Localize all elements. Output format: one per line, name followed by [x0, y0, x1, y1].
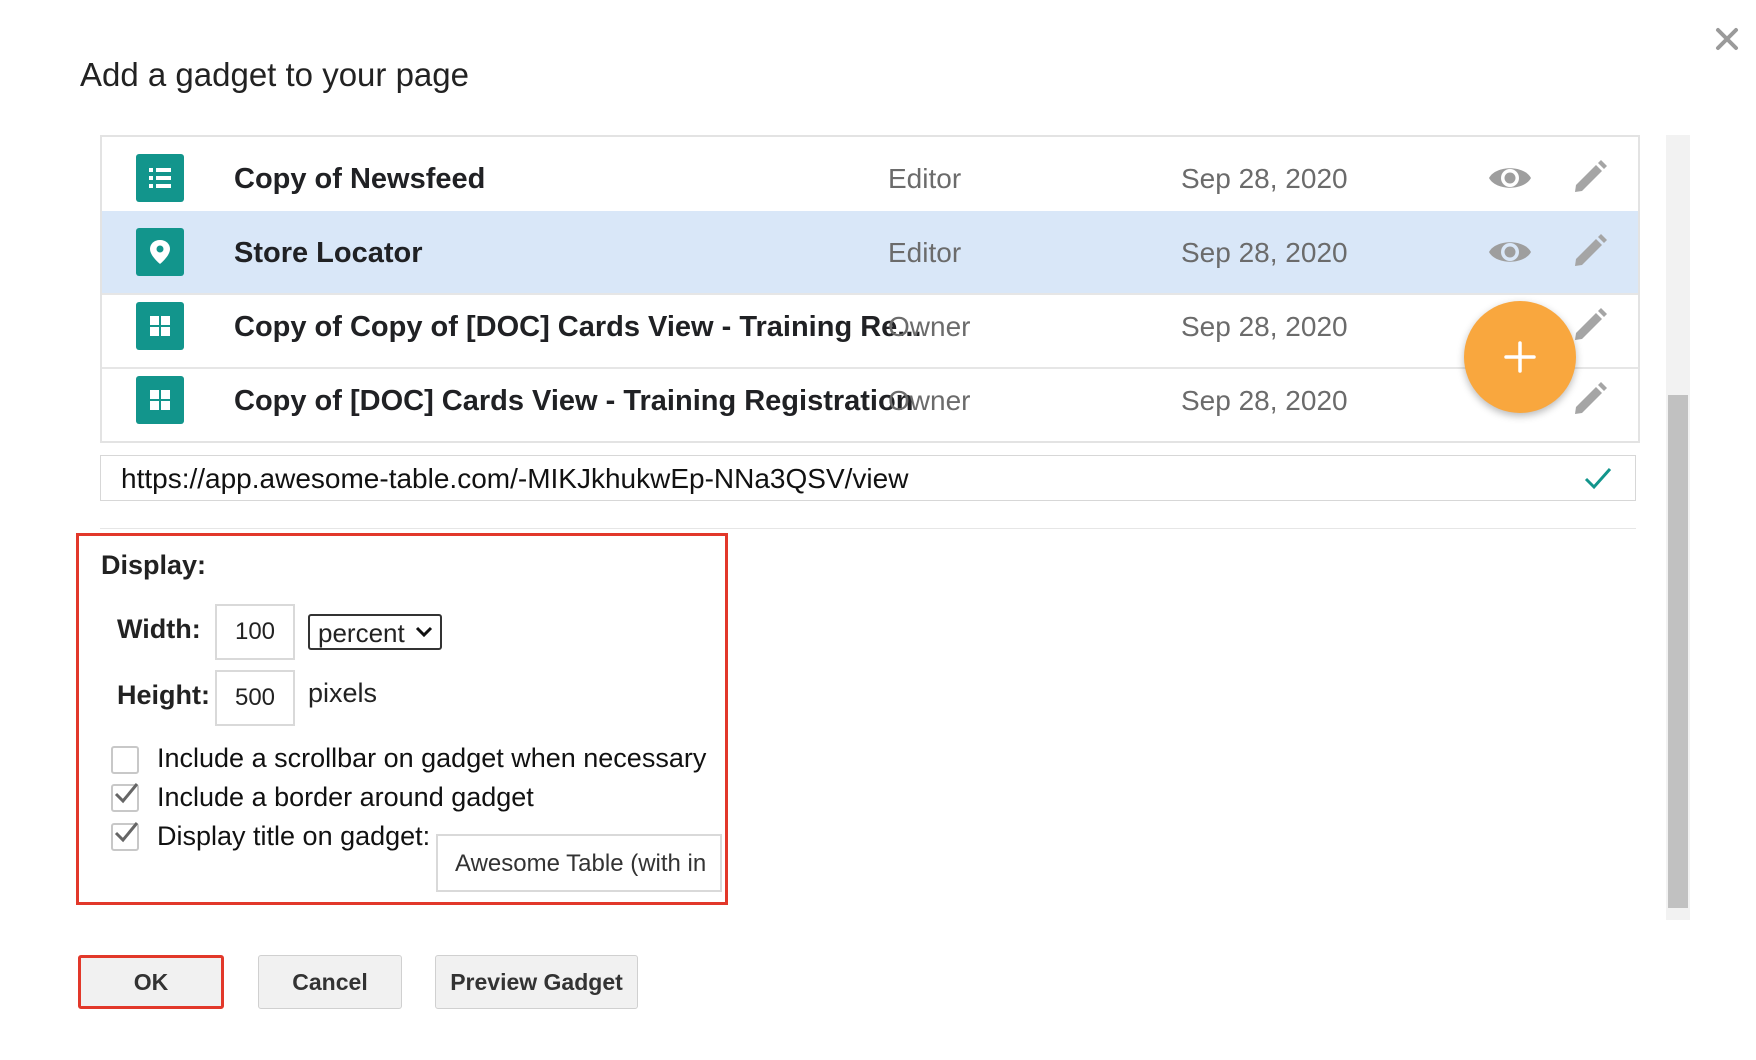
- gadget-date: Sep 28, 2020: [1181, 385, 1348, 416]
- gadget-date: Sep 28, 2020: [1181, 237, 1348, 268]
- ok-button[interactable]: OK: [78, 955, 224, 1009]
- display-heading: Display:: [101, 550, 207, 580]
- gadget-name: Copy of Copy of [DOC] Cards View - Train…: [234, 311, 922, 343]
- pencil-icon[interactable]: [1570, 157, 1610, 197]
- gadget-url-field[interactable]: https://app.awesome-table.com/-MIKJkhukw…: [100, 455, 1636, 501]
- gadget-row[interactable]: Copy of Newsfeed Editor Sep 28, 2020: [102, 137, 1638, 221]
- gadget-name: Copy of [DOC] Cards View - Training Regi…: [234, 385, 914, 417]
- grid-icon: [136, 376, 184, 424]
- scrollbar-checkbox[interactable]: [111, 746, 139, 774]
- dialog-title: Add a gadget to your page: [80, 56, 469, 93]
- gadget-role: Editor: [888, 163, 962, 194]
- display-title-checkbox[interactable]: [111, 822, 139, 851]
- display-title-checkbox-label: Display title on gadget:: [157, 821, 431, 851]
- eye-icon[interactable]: [1487, 161, 1533, 195]
- gadget-role: Editor: [888, 237, 962, 268]
- pencil-icon[interactable]: [1570, 379, 1610, 419]
- height-input[interactable]: [215, 670, 295, 726]
- width-unit-select[interactable]: percent: [308, 614, 442, 650]
- gadget-row-selected[interactable]: Store Locator Editor Sep 28, 2020: [102, 211, 1638, 295]
- border-checkbox[interactable]: [111, 783, 139, 812]
- scrollbar-checkbox-label: Include a scrollbar on gadget when neces…: [157, 743, 707, 773]
- scrollbar-thumb[interactable]: [1668, 395, 1688, 908]
- map-pin-icon: [136, 228, 184, 276]
- preview-gadget-button[interactable]: Preview Gadget: [435, 955, 638, 1009]
- cancel-button[interactable]: Cancel: [258, 955, 402, 1009]
- checkmark-icon: [114, 822, 139, 843]
- height-unit-label: pixels: [308, 678, 378, 708]
- eye-icon[interactable]: [1487, 235, 1533, 269]
- list-icon: [136, 154, 184, 202]
- checkmark-icon: [114, 783, 139, 804]
- gadget-list[interactable]: Copy of Newsfeed Editor Sep 28, 2020 Sto…: [100, 135, 1640, 443]
- plus-icon: [1504, 341, 1536, 373]
- grid-icon: [136, 302, 184, 350]
- border-checkbox-label: Include a border around gadget: [157, 782, 534, 812]
- gadget-url-value: https://app.awesome-table.com/-MIKJkhukw…: [121, 463, 909, 494]
- height-label: Height:: [117, 680, 210, 710]
- pencil-icon[interactable]: [1570, 305, 1610, 345]
- gadget-role: Owner: [888, 311, 971, 342]
- gadget-date: Sep 28, 2020: [1181, 311, 1348, 342]
- close-icon[interactable]: [1710, 22, 1744, 56]
- gadget-name: Copy of Newsfeed: [234, 163, 486, 195]
- check-icon: [1584, 468, 1612, 490]
- chevron-down-icon: [415, 626, 433, 638]
- pencil-icon[interactable]: [1570, 231, 1610, 271]
- gadget-title-input[interactable]: Awesome Table (with in: [436, 834, 722, 892]
- width-unit-value: percent: [318, 618, 405, 648]
- gadget-date: Sep 28, 2020: [1181, 163, 1348, 194]
- width-label: Width:: [117, 614, 201, 644]
- add-gadget-fab[interactable]: [1464, 301, 1576, 413]
- gadget-row[interactable]: Copy of Copy of [DOC] Cards View - Train…: [102, 285, 1638, 369]
- gadget-name: Store Locator: [234, 237, 423, 269]
- width-input[interactable]: [215, 604, 295, 660]
- section-divider: [100, 528, 1636, 529]
- gadget-row[interactable]: Copy of [DOC] Cards View - Training Regi…: [102, 359, 1638, 441]
- gadget-role: Owner: [888, 385, 971, 416]
